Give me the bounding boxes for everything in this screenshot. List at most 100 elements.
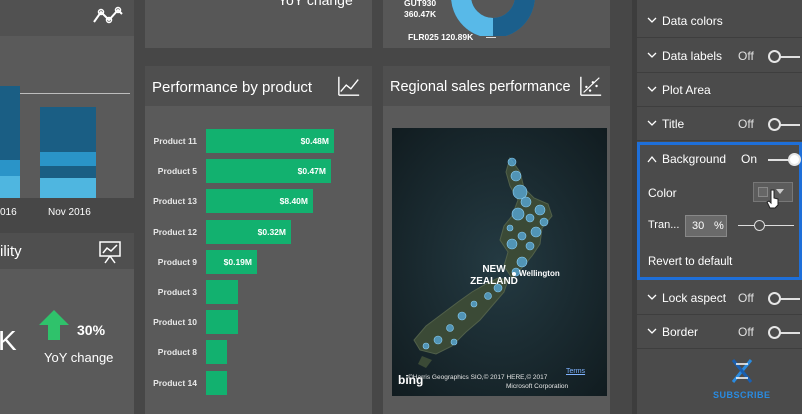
bar-category-label: Product 10 (153, 317, 197, 328)
bar-value-label: $8.40M (279, 196, 308, 207)
map-attribution: Microsoft Corporation (506, 383, 569, 390)
row-state: Off (738, 49, 754, 63)
yoy-tile-top[interactable]: YoY change (145, 0, 372, 48)
background-header[interactable]: Background On (640, 145, 801, 175)
toggle-switch[interactable] (768, 292, 800, 305)
format-pane: Data colors Data labels Off Plot Area Title O… (632, 0, 802, 414)
bar-value-label: $0.48M (300, 136, 329, 146)
donut-tile[interactable]: GUT930 360.47K FLR025 120.89K (383, 0, 610, 48)
bar[interactable] (206, 280, 238, 304)
map-attribution: ©Harris Geographics SIO,© 2017 HERE,© 20… (408, 374, 548, 381)
bar-category-label: Product 11 (153, 136, 197, 146)
tile-title: Performance by product (152, 79, 313, 96)
chevron-down-icon (647, 328, 657, 334)
bar-category-label: Product 9 (157, 256, 197, 267)
toggle-switch[interactable] (768, 50, 800, 63)
background-section: Background On Color Tran... 30 % Revert … (637, 142, 802, 280)
transparency-label: Tran... (648, 219, 680, 231)
regional-sales-tile[interactable]: Regional sales performance NEW ZEALAND W… (383, 66, 610, 414)
dna-icon (731, 359, 753, 383)
presentation-chart-icon (99, 241, 121, 264)
row-label: Plot Area (662, 83, 711, 97)
format-pane-body: Data colors Data labels Off Plot Area Title O… (637, 0, 802, 414)
bar[interactable]: $0.32M (206, 219, 291, 244)
slider-knob[interactable] (754, 220, 765, 231)
chevron-down-icon (647, 120, 657, 126)
transparency-input[interactable]: 30 % (685, 215, 727, 237)
revert-to-default-link[interactable]: Revert to default (648, 256, 732, 268)
bar-category-label: Product 5 (157, 166, 197, 177)
bar[interactable]: $8.40M (206, 189, 313, 214)
bar-value-label: $0.47M (297, 166, 326, 177)
transparency-slider[interactable] (738, 220, 794, 232)
row-state: Off (738, 117, 754, 131)
row-label: Data labels (662, 49, 723, 63)
line-chart-icon (338, 76, 360, 96)
row-state: Off (738, 291, 754, 305)
column-bar-segment (40, 178, 96, 198)
performance-by-product-tile[interactable]: Performance by product Product 11 $0.48M P… (145, 66, 372, 414)
bar-category-label: Product 3 (157, 287, 197, 297)
section-data-labels[interactable]: Data labels Off (637, 39, 802, 73)
bar-value-label: $0.32M (257, 226, 286, 237)
bar[interactable] (206, 370, 227, 395)
mouse-cursor-icon (766, 189, 779, 209)
background-label: Background (662, 152, 727, 166)
bar[interactable]: $0.48M (206, 129, 334, 153)
chevron-down-icon (647, 294, 657, 300)
yoy-caption: YoY change (278, 0, 353, 8)
kpi-caption: YoY change (44, 350, 114, 365)
background-state: On (741, 152, 758, 166)
row-label: Lock aspect (662, 291, 727, 305)
kpi-percent: 30% (77, 322, 106, 338)
report-canvas: 016 016 Nov 2016 YoY change GUT930 360.4… (0, 0, 632, 414)
chevron-down-icon (647, 86, 657, 92)
donut-chart (451, 0, 535, 36)
kpi-tile[interactable]: ility K 30% YoY change (0, 233, 134, 414)
column-bar-segment (40, 152, 96, 166)
row-state: Off (738, 325, 754, 339)
toggle-switch[interactable] (768, 326, 800, 339)
row-label: Data colors (662, 14, 723, 28)
x-axis-label: 016 (0, 207, 17, 218)
new-zealand-map (392, 128, 607, 396)
transparency-value: 30 (692, 220, 705, 232)
bar-value-label: $0.19M (223, 256, 252, 267)
bar[interactable]: $0.47M (206, 159, 331, 184)
map-terms-link[interactable]: Terms (566, 368, 585, 375)
slider-track (738, 225, 794, 226)
column-bar-segment (0, 160, 20, 176)
map[interactable]: NEW ZEALAND Wellington Terms bing ©Harri… (392, 128, 607, 396)
section-data-colors[interactable]: Data colors (637, 4, 802, 38)
section-plot-area[interactable]: Plot Area (637, 73, 802, 107)
subscribe-text: SUBSCRIBE (713, 390, 771, 400)
map-city-label: Wellington (519, 269, 560, 278)
up-arrow-icon (39, 310, 69, 340)
line-chart-icon (93, 6, 123, 24)
chevron-up-icon (647, 155, 657, 163)
bar-category-label: Product 13 (153, 196, 197, 207)
row-label: Border (662, 325, 699, 339)
tile-title: Regional sales performance (390, 79, 571, 95)
subscribe-logo: SUBSCRIBE (707, 356, 777, 406)
bar[interactable] (206, 310, 238, 335)
scatter-chart-icon (580, 76, 602, 96)
tile-title: ility (0, 243, 22, 260)
row-label: Title (662, 117, 685, 131)
donut-label: GUT930 (404, 0, 437, 8)
kpi-value: K (0, 325, 17, 356)
toggle-switch[interactable] (768, 118, 800, 131)
column-bar-segment (0, 176, 20, 198)
bar-category-label: Product 14 (153, 377, 197, 388)
section-border[interactable]: Border Off (637, 315, 802, 349)
x-axis-label: Nov 2016 (48, 207, 91, 218)
section-lock-aspect[interactable]: Lock aspect Off (637, 281, 802, 315)
bar[interactable]: $0.19M (206, 249, 257, 274)
transparency-unit: % (714, 220, 724, 232)
section-title[interactable]: Title Off (637, 107, 802, 141)
column-chart-tile[interactable]: 016 (0, 0, 134, 198)
bar-category-label: Product 12 (153, 226, 197, 237)
background-toggle[interactable] (768, 153, 801, 166)
donut-label: 360.47K (404, 9, 437, 19)
bar[interactable] (206, 340, 227, 365)
